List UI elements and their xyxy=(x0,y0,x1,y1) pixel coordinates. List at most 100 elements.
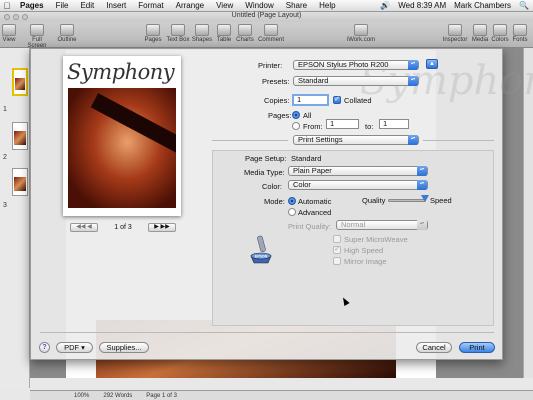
copies-label: Copies: xyxy=(264,96,290,105)
apple-menu-icon[interactable]:  xyxy=(0,1,14,11)
page-thumbnail[interactable] xyxy=(12,168,28,196)
expand-dialog-button[interactable]: ▲ xyxy=(426,59,438,69)
pdf-menu-button[interactable]: PDF ▾ xyxy=(56,342,93,353)
menu-format[interactable]: Format xyxy=(132,1,169,10)
iwork-icon xyxy=(354,24,368,36)
pages-label: Pages: xyxy=(268,111,292,120)
high-speed-label: High Speed xyxy=(344,246,384,255)
window-toolbar: View Full Screen Outline Pages Text Box … xyxy=(0,22,533,49)
menu-bar:  Pages File Edit Insert Format Arrange … xyxy=(0,0,533,12)
mode-advanced-radio[interactable] xyxy=(288,208,296,216)
pages-from-label: From: xyxy=(303,122,323,131)
pages-from-radio[interactable] xyxy=(292,122,300,130)
color-label: Color: xyxy=(262,182,283,191)
mirror-image-label: Mirror Image xyxy=(344,257,387,266)
toolbar-fullscreen-button[interactable]: Full Screen xyxy=(22,24,52,49)
menu-arrange[interactable]: Arrange xyxy=(170,1,210,10)
menu-clock[interactable]: Wed 8:39 AM xyxy=(394,1,450,10)
collated-checkbox[interactable]: ✓ xyxy=(333,96,341,104)
page-thumbnail[interactable] xyxy=(12,122,28,150)
printer-popup[interactable]: EPSON Stylus Photo R200 xyxy=(293,60,419,70)
media-type-popup[interactable]: Plain Paper xyxy=(288,166,428,176)
thumbnail-number: 2 xyxy=(3,154,7,161)
minimize-window-button[interactable] xyxy=(13,14,19,20)
pages-to-field[interactable]: 1 xyxy=(379,119,409,129)
page-thumbnail[interactable] xyxy=(12,68,28,96)
preview-title: Symphony xyxy=(67,60,175,84)
zoom-window-button[interactable] xyxy=(22,14,28,20)
pages-icon xyxy=(146,24,160,36)
volume-icon[interactable]: 🔊 xyxy=(376,1,394,10)
preview-cover-image xyxy=(68,88,176,208)
menu-file[interactable]: File xyxy=(50,1,75,10)
mode-automatic-label: Automatic xyxy=(298,197,332,206)
menu-share[interactable]: Share xyxy=(280,1,313,10)
speed-label: Speed xyxy=(430,196,452,205)
collated-label: Collated xyxy=(344,96,372,105)
menu-view[interactable]: View xyxy=(210,1,239,10)
menu-window[interactable]: Window xyxy=(239,1,279,10)
charts-icon xyxy=(238,24,252,36)
zoom-level[interactable]: 100% xyxy=(74,393,89,399)
spotlight-icon[interactable]: 🔍 xyxy=(515,1,533,10)
fonts-icon xyxy=(513,24,527,36)
separator xyxy=(40,332,494,333)
epson-logo-text: EPSON xyxy=(255,255,268,259)
comment-icon xyxy=(264,24,278,36)
help-button[interactable]: ? xyxy=(39,342,50,353)
pages-all-radio[interactable] xyxy=(292,111,300,119)
pages-to-label: to: xyxy=(365,122,374,131)
shapes-icon xyxy=(195,24,209,36)
presets-popup[interactable]: Standard xyxy=(293,76,419,86)
window-title: Untitled (Page Layout) xyxy=(231,12,302,19)
status-bar: 100% 292 Words Page 1 of 3 xyxy=(30,390,533,400)
menu-insert[interactable]: Insert xyxy=(100,1,132,10)
mirror-image-checkbox[interactable] xyxy=(333,257,341,265)
previous-page-button[interactable]: ◀◀ ◀ xyxy=(70,223,98,232)
printer-label: Printer: xyxy=(258,61,283,70)
menu-help[interactable]: Help xyxy=(313,1,341,10)
window-titlebar: Untitled (Page Layout) xyxy=(0,12,533,22)
page-count: Page 1 of 3 xyxy=(146,392,177,399)
fullscreen-icon xyxy=(30,24,44,36)
inspector-icon xyxy=(448,24,462,36)
menu-user[interactable]: Mark Chambers xyxy=(450,1,515,10)
quality-label: Quality xyxy=(362,196,386,205)
menu-app[interactable]: Pages xyxy=(14,1,50,10)
close-window-button[interactable] xyxy=(4,14,10,20)
page-setup-value: Standard xyxy=(291,154,322,163)
thumbnail-number: 3 xyxy=(3,202,7,209)
pages-all-label: All xyxy=(303,111,312,120)
thumbnail-number: 1 xyxy=(3,106,7,113)
separator xyxy=(212,140,288,141)
print-quality-popup[interactable]: Normal xyxy=(336,220,428,230)
print-section-popup[interactable]: Print Settings xyxy=(293,135,419,145)
separator xyxy=(423,140,494,141)
epson-printer-icon: EPSON xyxy=(250,235,272,264)
menu-edit[interactable]: Edit xyxy=(74,1,100,10)
toolbar-view-button[interactable]: View xyxy=(0,24,24,43)
color-popup[interactable]: Color xyxy=(288,180,428,190)
toolbar-iwork-button[interactable]: iWork.com xyxy=(346,24,376,43)
pages-from-field[interactable]: 1 xyxy=(326,119,359,129)
copies-field[interactable]: 1 xyxy=(292,94,329,106)
page-setup-label: Page Setup: xyxy=(245,154,287,163)
slider-knob-icon[interactable] xyxy=(421,195,429,202)
supplies-button[interactable]: Supplies... xyxy=(99,342,149,353)
toolbar-comment-button[interactable]: Comment xyxy=(256,24,286,43)
preview-page-indicator: 1 of 3 xyxy=(114,224,132,231)
mode-advanced-label: Advanced xyxy=(298,208,332,217)
next-page-button[interactable]: ▶ ▶▶ xyxy=(147,223,176,232)
view-icon xyxy=(2,24,16,36)
super-microweave-checkbox[interactable] xyxy=(333,235,341,243)
print-button[interactable]: Print xyxy=(459,342,495,353)
window-controls xyxy=(4,14,28,20)
cancel-button[interactable]: Cancel xyxy=(416,342,452,353)
outline-icon xyxy=(60,24,74,36)
toolbar-outline-button[interactable]: Outline xyxy=(52,24,82,43)
mode-automatic-radio[interactable] xyxy=(288,197,296,205)
toolbar-fonts-button[interactable]: Fonts xyxy=(505,24,533,43)
presets-label: Presets: xyxy=(262,77,290,86)
high-speed-checkbox[interactable]: ✓ xyxy=(333,246,341,254)
word-count: 292 Words xyxy=(103,392,133,399)
